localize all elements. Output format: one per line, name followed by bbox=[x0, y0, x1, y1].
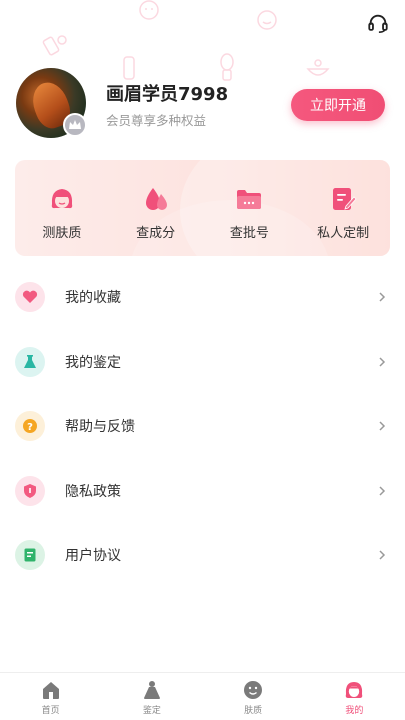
bottle-icon bbox=[143, 681, 160, 699]
settings-menu: 我的收藏 我的鉴定 ? 帮助与反馈 隐私政策 用户协议 bbox=[0, 265, 405, 588]
nav-home[interactable]: 首页 bbox=[0, 673, 101, 720]
profile-icon bbox=[346, 682, 363, 698]
feature-label: 私人定制 bbox=[317, 226, 370, 241]
nav-label: 我的 bbox=[345, 706, 364, 716]
menu-item-label: 帮助与反馈 bbox=[65, 419, 135, 436]
feature-ingredients[interactable]: 查成分 bbox=[109, 160, 203, 256]
menu-item-appraisals[interactable]: 我的鉴定 bbox=[0, 330, 405, 395]
menu-item-help-feedback[interactable]: ? 帮助与反馈 bbox=[0, 394, 405, 459]
menu-item-label: 我的鉴定 bbox=[65, 354, 121, 371]
notepad-icon bbox=[333, 188, 357, 210]
menu-item-label: 我的收藏 bbox=[65, 290, 121, 307]
feature-card: 测肤质 查成分 查批号 私人定制 bbox=[15, 160, 390, 256]
home-icon bbox=[42, 682, 59, 699]
feature-label: 查批号 bbox=[229, 226, 269, 241]
menu-item-label: 用户协议 bbox=[65, 548, 121, 565]
menu-item-privacy-policy[interactable]: 隐私政策 bbox=[0, 459, 405, 524]
chevron-right-icon bbox=[379, 421, 386, 431]
heart-icon bbox=[15, 282, 45, 313]
chevron-right-icon bbox=[379, 292, 386, 302]
chevron-right-icon bbox=[379, 357, 386, 367]
crown-icon bbox=[63, 113, 87, 137]
question-icon: ? bbox=[15, 411, 45, 442]
nav-label: 鉴定 bbox=[142, 706, 161, 716]
member-subtitle: 会员尊享多种权益 bbox=[106, 113, 207, 128]
profile-header: 画眉学员7998 会员尊享多种权益 立即开通 bbox=[16, 68, 385, 138]
flask-icon bbox=[15, 346, 45, 377]
menu-item-favorites[interactable]: 我的收藏 bbox=[0, 265, 405, 330]
menu-item-user-agreement[interactable]: 用户协议 bbox=[0, 523, 405, 588]
shield-icon bbox=[15, 475, 45, 506]
face-icon bbox=[244, 681, 263, 699]
decorative-sketch bbox=[42, 35, 67, 56]
decorative-sketch bbox=[257, 10, 277, 30]
nav-label: 首页 bbox=[41, 706, 60, 716]
nav-label: 肤质 bbox=[244, 706, 263, 716]
headset-icon[interactable] bbox=[367, 12, 389, 34]
menu-item-label: 隐私政策 bbox=[65, 483, 121, 500]
bottom-navigation: 首页 鉴定 肤质 我的 bbox=[0, 672, 405, 720]
activate-vip-button[interactable]: 立即开通 bbox=[291, 89, 385, 121]
document-icon bbox=[15, 540, 45, 571]
nav-mine[interactable]: 我的 bbox=[304, 673, 405, 720]
nav-appraisal[interactable]: 鉴定 bbox=[101, 673, 202, 720]
nav-skin[interactable]: 肤质 bbox=[203, 673, 304, 720]
chevron-right-icon bbox=[379, 486, 386, 496]
username: 画眉学员7998 bbox=[106, 84, 229, 105]
feature-custom[interactable]: 私人定制 bbox=[296, 160, 390, 256]
face-icon bbox=[51, 189, 73, 209]
folder-icon bbox=[237, 190, 262, 209]
svg-text:?: ? bbox=[27, 422, 33, 433]
feature-label: 测肤质 bbox=[42, 226, 82, 241]
chevron-right-icon bbox=[379, 550, 386, 560]
decorative-sketch bbox=[139, 0, 159, 20]
drops-icon bbox=[145, 188, 167, 210]
feature-batch-number[interactable]: 查批号 bbox=[203, 160, 297, 256]
feature-skin-test[interactable]: 测肤质 bbox=[15, 160, 109, 256]
feature-label: 查成分 bbox=[136, 226, 176, 241]
